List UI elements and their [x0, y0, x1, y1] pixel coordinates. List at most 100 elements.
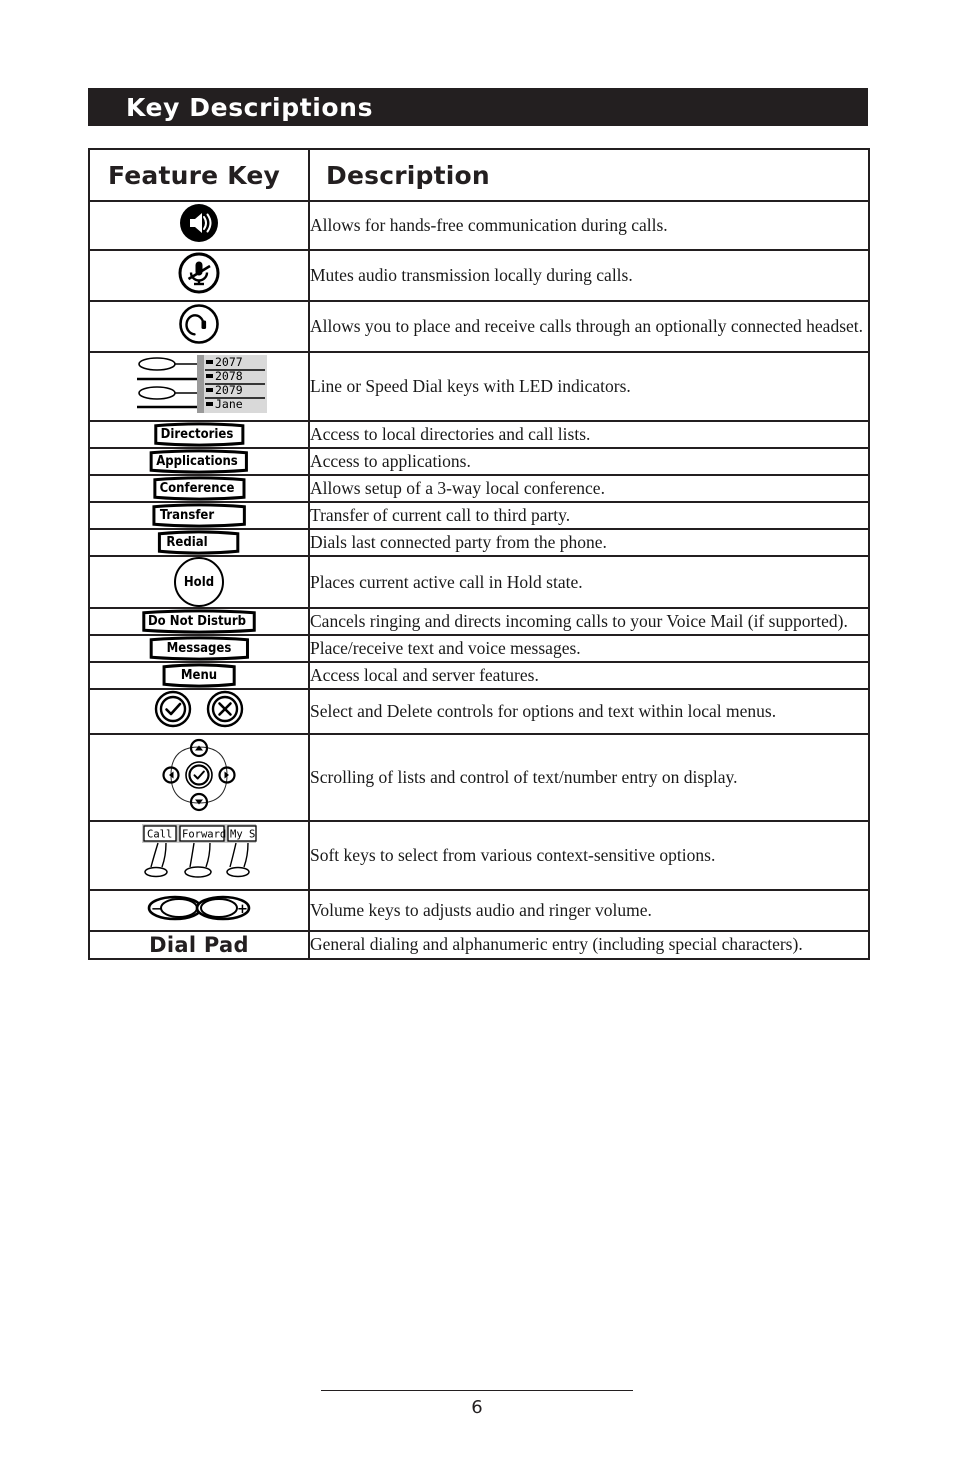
page-number: 6 — [471, 1397, 483, 1418]
table-row: Menu Access local and server features. — [88, 661, 870, 691]
volume-keys-icon: − + — [147, 891, 251, 925]
table-row: Call Forward My S Soft keys to select fr… — [88, 820, 870, 892]
table-row: Conference Allows setup of a 3-way local… — [88, 474, 870, 503]
table-row: 2077 2078 2079 Jane Line or Speed Dial k… — [88, 351, 870, 422]
key-cell-speakerphone — [88, 200, 310, 251]
page-title: Key Descriptions — [126, 92, 374, 122]
key-label: Transfer — [159, 508, 215, 523]
soft-key-label: Forward — [182, 829, 226, 841]
description-cell: Soft keys to select from various context… — [308, 820, 870, 892]
description-cell: Access to local directories and call lis… — [308, 420, 870, 449]
description-cell: Places current active call in Hold state… — [308, 555, 870, 609]
table-row: Do Not Disturb Cancels ringing and direc… — [88, 606, 870, 637]
description-cell: Place/receive text and voice messages. — [308, 634, 870, 664]
key-label: Hold — [183, 574, 215, 590]
soft-key-label: My S — [230, 829, 255, 841]
table-row: Select and Delete controls for options a… — [88, 688, 870, 736]
key-label: Directories — [160, 427, 234, 442]
description-cell: Cancels ringing and directs incoming cal… — [308, 606, 870, 637]
description-cell: Volume keys to adjusts audio and ringer … — [308, 889, 870, 933]
navigation-cluster-icon — [159, 735, 239, 815]
dial-pad-label: Dial Pad — [149, 933, 249, 958]
key-label: Menu — [180, 668, 218, 684]
page-banner: Key Descriptions — [88, 88, 868, 126]
select-delete-icons — [154, 690, 244, 728]
table-row: Hold Places current active call in Hold … — [88, 555, 870, 609]
line-key-label: 2079 — [215, 383, 243, 397]
description-cell: Access local and server features. — [308, 661, 870, 691]
key-cell-navigation — [88, 733, 310, 823]
description-cell: Allows you to place and receive calls th… — [308, 300, 870, 353]
table-body: Allows for hands-free communication duri… — [88, 200, 870, 960]
page-footer: 6 — [0, 1390, 954, 1418]
applications-key-icon[interactable]: Applications — [147, 449, 251, 474]
key-descriptions-table: Feature Key Description Allows for hands… — [88, 148, 870, 960]
soft-key-label: Call — [147, 829, 172, 841]
messages-key-icon[interactable]: Messages — [147, 636, 252, 661]
table-row: Dial Pad General dialing and alphanumeri… — [88, 930, 870, 960]
description-cell: Scrolling of lists and control of text/n… — [308, 733, 870, 823]
table-row: Transfer Transfer of current call to thi… — [88, 501, 870, 530]
description-cell: Dials last connected party from the phon… — [308, 528, 870, 557]
table-row: Redial Dials last connected party from t… — [88, 528, 870, 557]
key-cell-soft-keys: Call Forward My S — [88, 820, 310, 892]
key-cell-directories: Directories — [88, 420, 310, 449]
key-cell-redial: Redial — [88, 528, 310, 557]
speakerphone-icon — [178, 202, 220, 244]
do-not-disturb-key-icon[interactable]: Do Not Disturb — [139, 609, 259, 634]
header-label-description: Description — [326, 160, 490, 190]
key-cell-messages: Messages — [88, 634, 310, 664]
description-cell: General dialing and alphanumeric entry (… — [308, 930, 870, 960]
footer-divider — [321, 1390, 633, 1391]
key-cell-hold: Hold — [88, 555, 310, 609]
volume-plus-label: + — [237, 902, 248, 917]
key-cell-conference: Conference — [88, 474, 310, 503]
key-label: Applications — [156, 454, 238, 469]
description-cell: Access to applications. — [308, 447, 870, 476]
description-cell: Line or Speed Dial keys with LED indicat… — [308, 351, 870, 422]
key-cell-applications: Applications — [88, 447, 310, 476]
line-keys-display-icon: 2077 2078 2079 Jane — [129, 353, 269, 415]
menu-key-icon[interactable]: Menu — [161, 663, 237, 688]
key-cell-mute — [88, 249, 310, 302]
description-cell: Transfer of current call to third party. — [308, 501, 870, 530]
table-row: − + Volume keys to adjusts audio and rin… — [88, 889, 870, 933]
key-label: Do Not Disturb — [147, 614, 247, 630]
table-row: Mutes audio transmission locally during … — [88, 249, 870, 302]
line-key-label: Jane — [215, 397, 243, 411]
table-row: Allows for hands-free communication duri… — [88, 200, 870, 251]
header-label-feature-key: Feature Key — [108, 160, 281, 190]
key-cell-line-keys: 2077 2078 2079 Jane — [88, 351, 310, 422]
key-label: Conference — [159, 481, 235, 496]
hold-key-icon[interactable]: Hold — [174, 557, 224, 607]
key-cell-headset — [88, 300, 310, 353]
key-cell-dial-pad: Dial Pad — [88, 930, 310, 960]
table-row: Messages Place/receive text and voice me… — [88, 634, 870, 664]
redial-key-icon[interactable]: Redial — [156, 530, 241, 555]
key-cell-menu: Menu — [88, 661, 310, 691]
delete-icon — [206, 691, 244, 728]
table-header-row: Feature Key Description — [88, 148, 870, 202]
directories-key-icon[interactable]: Directories — [152, 422, 247, 447]
table-row: Allows you to place and receive calls th… — [88, 300, 870, 353]
mute-icon — [177, 251, 221, 295]
transfer-key-icon[interactable]: Transfer — [150, 503, 248, 528]
key-cell-transfer: Transfer — [88, 501, 310, 530]
line-key-label: 2078 — [215, 369, 243, 383]
header-cell-feature-key: Feature Key — [88, 148, 310, 202]
conference-key-icon[interactable]: Conference — [151, 476, 248, 501]
table-row: Scrolling of lists and control of text/n… — [88, 733, 870, 823]
key-label: Redial — [166, 535, 208, 550]
key-label: Messages — [166, 641, 232, 657]
key-cell-volume: − + — [88, 889, 310, 933]
headset-icon — [177, 302, 221, 346]
soft-keys-icon: Call Forward My S — [140, 822, 258, 884]
description-cell: Mutes audio transmission locally during … — [308, 249, 870, 302]
key-cell-select-delete — [88, 688, 310, 736]
line-key-label: 2077 — [215, 355, 243, 369]
description-cell: Allows setup of a 3-way local conference… — [308, 474, 870, 503]
volume-minus-label: − — [151, 902, 162, 917]
description-cell: Allows for hands-free communication duri… — [308, 200, 870, 251]
header-cell-description: Description — [308, 148, 870, 202]
table-row: Directories Access to local directories … — [88, 420, 870, 449]
